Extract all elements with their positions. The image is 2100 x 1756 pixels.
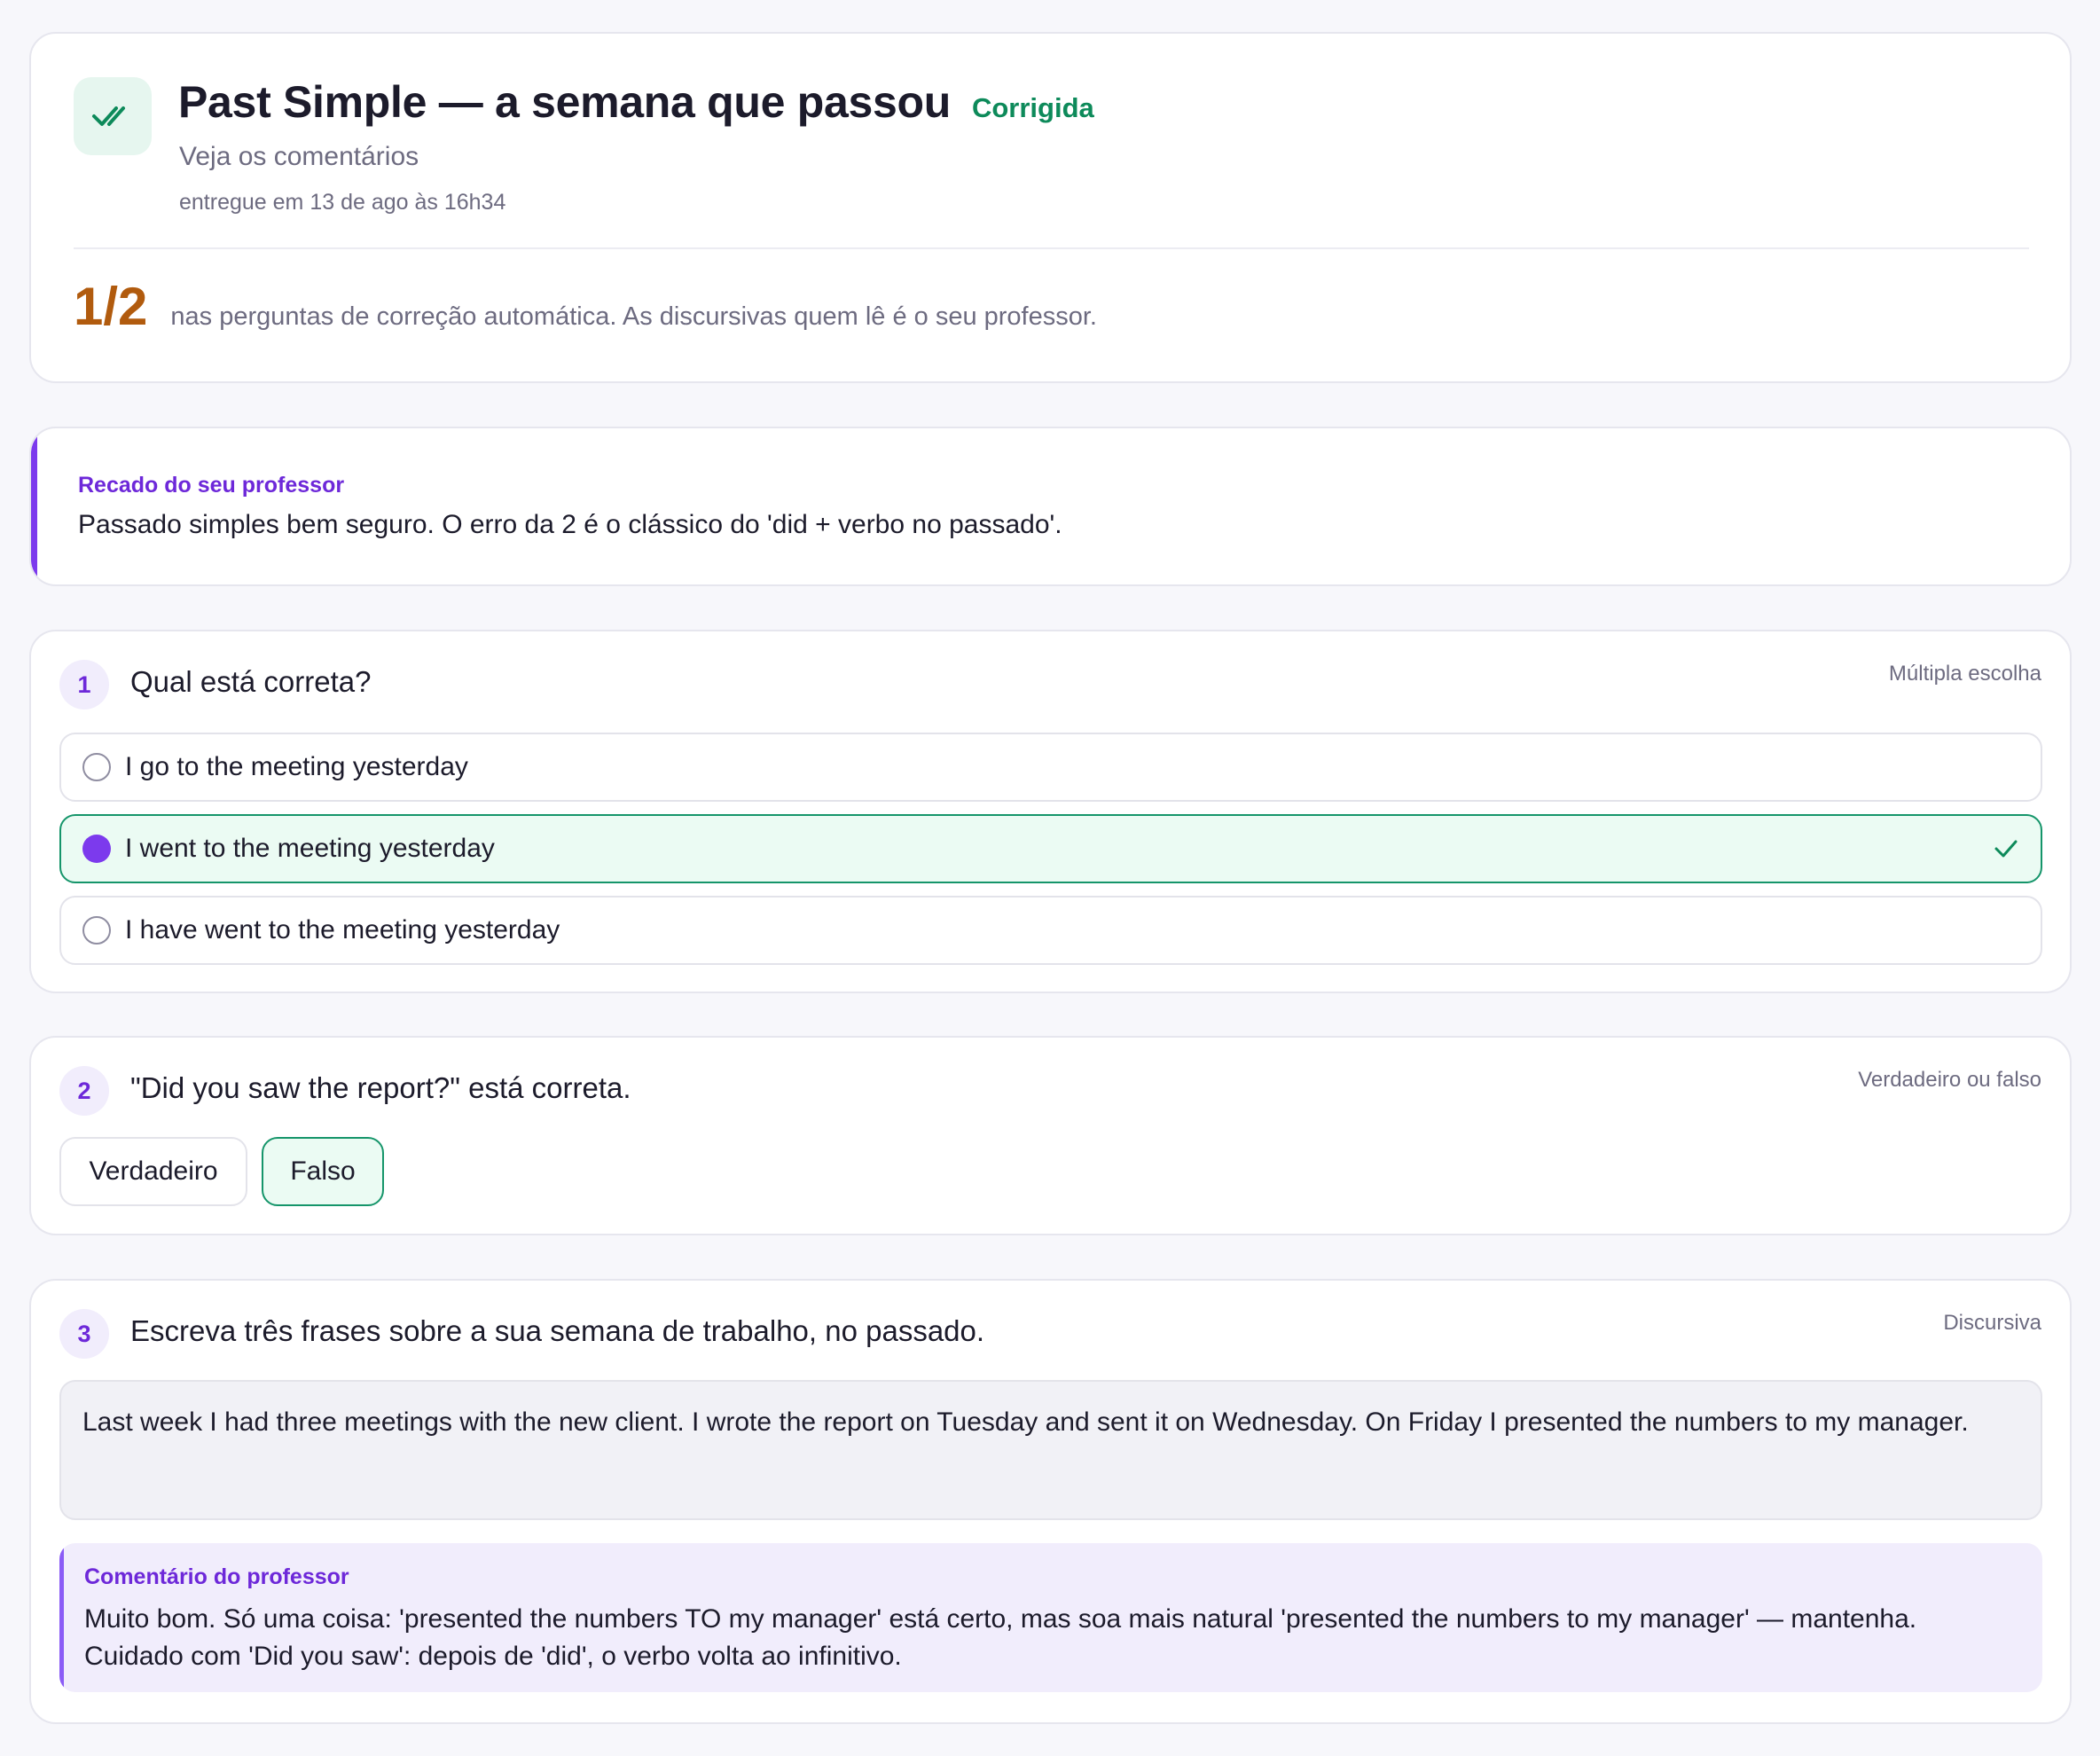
answer-option-1[interactable]: I go to the meeting yesterday: [59, 733, 2042, 802]
assignment-header-card: Past Simple — a semana que passou Corrig…: [29, 32, 2072, 383]
score-description: nas perguntas de correção automática. As…: [170, 302, 1097, 331]
student-answer: Last week I had three meetings with the …: [59, 1380, 2042, 1520]
answer-option-3[interactable]: I have went to the meeting yesterday: [59, 896, 2042, 965]
option-label: I have went to the meeting yesterday: [125, 915, 560, 945]
double-check-icon: [74, 77, 152, 155]
status-badge: Corrigida: [971, 92, 1094, 123]
question-type: Discursiva: [1943, 1311, 2041, 1335]
radio-button[interactable]: [82, 753, 111, 781]
question-number: 3: [59, 1309, 109, 1359]
page-title: Past Simple — a semana que passou: [178, 77, 951, 127]
option-label: I went to the meeting yesterday: [125, 834, 495, 863]
teacher-comment-text: Muito bom. Só uma coisa: 'presented the …: [84, 1604, 1917, 1671]
radio-button[interactable]: [82, 916, 111, 945]
score-row: 1/2 nas perguntas de correção automática…: [74, 276, 1097, 337]
check-icon: [1994, 840, 2018, 858]
question-number: 1: [59, 660, 109, 709]
question-type: Múltipla escolha: [1888, 662, 2041, 686]
teacher-comment-label: Comentário do professor: [84, 1564, 349, 1589]
title-row: Past Simple — a semana que passou Corrig…: [178, 76, 1094, 128]
question-text: Qual está correta?: [130, 665, 372, 698]
question-text: "Did you saw the report?" está correta.: [130, 1071, 631, 1104]
teacher-note-label: Recado do seu professor: [78, 473, 345, 498]
page: Past Simple — a semana que passou Corrig…: [0, 0, 2100, 1756]
true-button[interactable]: Verdadeiro: [59, 1137, 247, 1206]
question-text: Escreva três frases sobre a sua semana d…: [130, 1314, 985, 1347]
teacher-note-card: Recado do seu professor Passado simples …: [29, 427, 2072, 586]
question-card-3: 3 Escreva três frases sobre a sua semana…: [29, 1279, 2072, 1724]
page-subtitle: Veja os comentários: [179, 142, 419, 171]
answer-option-2[interactable]: I went to the meeting yesterday: [59, 814, 2042, 883]
teacher-comment: Comentário do professor Muito bom. Só um…: [59, 1543, 2042, 1692]
question-number: 2: [59, 1066, 109, 1116]
score-value: 1/2: [74, 277, 148, 336]
delivered-timestamp: entregue em 13 de ago às 16h34: [179, 190, 506, 215]
teacher-note-text: Passado simples bem seguro. O erro da 2 …: [78, 510, 1062, 539]
question-card-1: 1 Qual está correta? Múltipla escolha I …: [29, 630, 2072, 993]
question-type: Verdadeiro ou falso: [1858, 1068, 2041, 1092]
divider: [74, 247, 2029, 249]
false-button[interactable]: Falso: [262, 1137, 384, 1206]
question-card-2: 2 "Did you saw the report?" está correta…: [29, 1036, 2072, 1235]
option-label: I go to the meeting yesterday: [125, 752, 468, 781]
radio-button-selected[interactable]: [82, 835, 111, 863]
